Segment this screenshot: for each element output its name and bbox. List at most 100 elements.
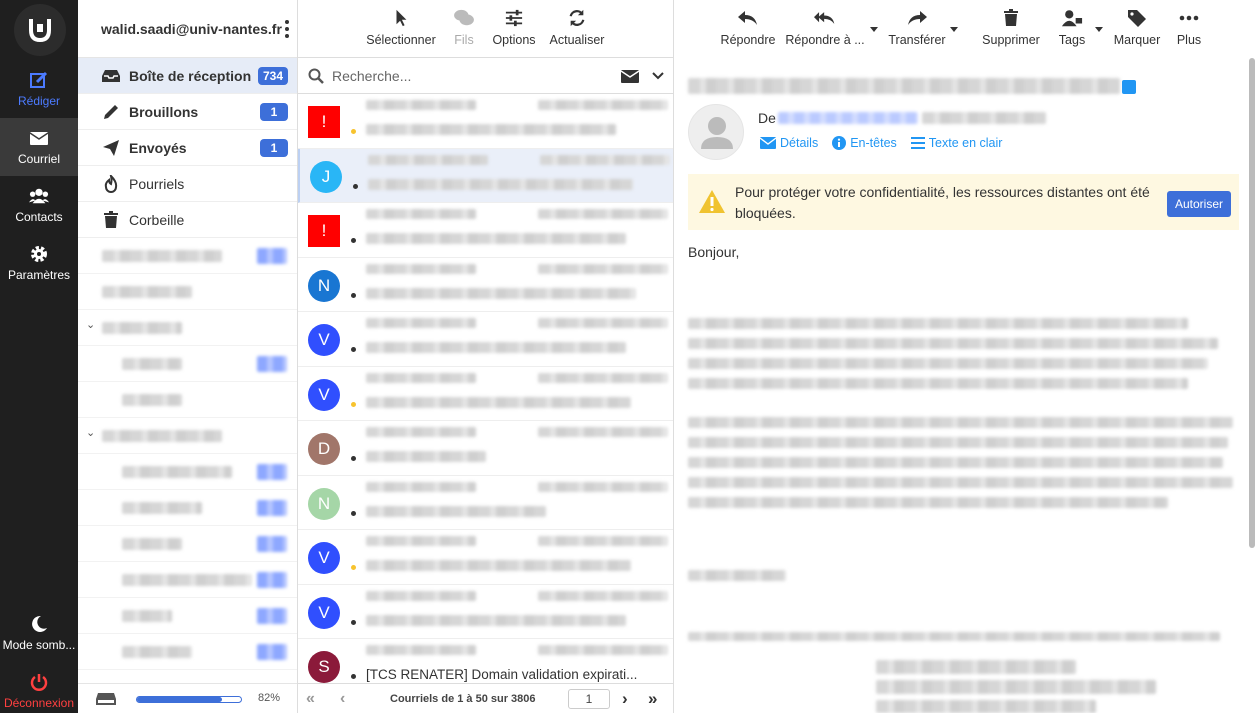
reader-scrollbar[interactable] <box>1249 58 1255 548</box>
search-scope-envelope-icon[interactable] <box>621 70 639 83</box>
status-dot-icon <box>351 347 356 352</box>
sender-initial-avatar: N <box>308 269 340 302</box>
folder-inbox[interactable]: Boîte de réception 734 <box>78 58 297 94</box>
reply-all-dropdown-icon[interactable] <box>870 27 878 32</box>
subject-blurred <box>366 124 616 135</box>
folder-sent[interactable]: Envoyés 1 <box>78 130 297 166</box>
sender-blurred <box>366 372 476 383</box>
chevron-down-icon[interactable] <box>652 72 664 80</box>
mark-button[interactable]: Marquer <box>1110 0 1164 58</box>
folder-row-blurred[interactable]: ⌄ <box>78 418 297 454</box>
message-row[interactable]: V <box>298 585 673 639</box>
settings-button[interactable]: Paramètres <box>0 234 78 292</box>
tags-dropdown-icon[interactable] <box>1095 27 1103 32</box>
unread-badge: 1 <box>260 103 288 121</box>
folder-row-blurred[interactable] <box>78 526 297 562</box>
next-page-icon[interactable]: › <box>622 689 628 709</box>
forward-button[interactable]: Transférer <box>884 0 950 58</box>
compose-icon <box>30 71 48 88</box>
reply-button[interactable]: Répondre <box>718 0 778 58</box>
cursor-icon <box>396 9 407 27</box>
headers-link[interactable]: En-têtes <box>832 136 897 150</box>
sender-blurred <box>366 318 476 328</box>
reply-all-button[interactable]: Répondre à ... <box>784 0 866 58</box>
power-icon <box>30 674 48 691</box>
sender-initial-avatar: J <box>310 160 342 193</box>
message-row[interactable]: J <box>298 148 673 203</box>
threads-button[interactable]: Fils <box>448 0 480 58</box>
logout-button[interactable]: Déconnexion <box>0 662 78 713</box>
date-blurred <box>538 100 668 110</box>
status-dot-icon <box>351 401 356 407</box>
subject-blurred <box>366 342 626 353</box>
allow-remote-button[interactable]: Autoriser <box>1166 191 1231 217</box>
search-input[interactable] <box>332 67 602 84</box>
forward-dropdown-icon[interactable] <box>950 27 958 32</box>
status-dot-icon <box>351 674 356 679</box>
message-row[interactable]: D <box>298 421 673 476</box>
message-row[interactable]: V <box>298 530 673 585</box>
message-row[interactable]: ! <box>298 94 673 149</box>
from-address-blurred[interactable] <box>778 112 918 124</box>
search-icon <box>308 68 324 84</box>
message-row[interactable]: V <box>298 312 673 367</box>
folder-row-blurred[interactable] <box>78 382 297 418</box>
mail-button[interactable]: Courriel <box>0 118 78 176</box>
delete-button[interactable]: Supprimer <box>978 0 1044 58</box>
subject-blurred <box>366 287 636 299</box>
folder-row-blurred[interactable] <box>78 598 297 634</box>
message-row[interactable]: V <box>298 367 673 421</box>
message-list-panel: Sélectionner Fils Options Actualiser Rec… <box>298 0 674 713</box>
folder-row-blurred[interactable] <box>78 562 297 598</box>
contacts-button[interactable]: Contacts <box>0 176 78 234</box>
details-link[interactable]: Détails <box>760 136 818 150</box>
last-page-icon[interactable]: » <box>648 689 657 709</box>
sender-initial-avatar: N <box>308 487 340 520</box>
open-external-icon[interactable] <box>1122 80 1136 94</box>
folder-drafts[interactable]: Brouillons 1 <box>78 94 297 130</box>
quota-footer: 82% <box>78 683 297 713</box>
kebab-menu-icon[interactable] <box>285 20 289 38</box>
chevron-down-icon[interactable]: ⌄ <box>86 318 95 331</box>
sender-blurred <box>366 263 476 274</box>
tags-label: Tags <box>1058 33 1086 47</box>
folder-trash[interactable]: Corbeille <box>78 202 297 238</box>
dark-mode-button[interactable]: Mode somb... <box>0 604 78 662</box>
header-links: Détails En-têtes Texte en clair <box>760 136 1002 150</box>
folder-row-blurred[interactable] <box>78 634 297 670</box>
account-email: walid.saadi@univ-nantes.fr <box>101 20 282 37</box>
plain-text-link[interactable]: Texte en clair <box>910 136 1002 150</box>
folder-row-blurred[interactable] <box>78 274 297 310</box>
sliders-icon <box>505 9 523 27</box>
from-name-blurred <box>922 112 1046 124</box>
date-blurred <box>540 154 670 165</box>
prev-page-icon[interactable]: ‹ <box>340 690 345 708</box>
status-dot-icon <box>351 292 356 298</box>
folder-row-blurred[interactable] <box>78 346 297 382</box>
first-page-icon[interactable]: « <box>306 690 315 708</box>
refresh-button[interactable]: Actualiser <box>546 0 608 58</box>
tags-button[interactable]: Tags <box>1052 0 1092 58</box>
compose-button[interactable]: Rédiger <box>0 60 78 118</box>
app-logo[interactable] <box>14 4 66 56</box>
subject-blurred <box>688 78 1120 94</box>
folder-row-blurred[interactable] <box>78 454 297 490</box>
message-row[interactable]: N <box>298 476 673 530</box>
options-button[interactable]: Options <box>490 0 538 58</box>
chevron-down-icon[interactable]: ⌄ <box>86 426 95 439</box>
subject-blurred <box>368 178 633 190</box>
folder-row-blurred[interactable] <box>78 490 297 526</box>
status-dot-icon <box>351 456 356 461</box>
message-row[interactable]: N <box>298 258 673 312</box>
warning-text: Pour protéger votre confidentialité, les… <box>735 184 1150 221</box>
folder-row-blurred[interactable]: ⌄ <box>78 310 297 346</box>
page-number-input[interactable]: 1 <box>568 689 610 709</box>
folder-row-blurred[interactable] <box>78 238 297 274</box>
more-button[interactable]: Plus <box>1172 0 1206 58</box>
folder-spam[interactable]: Pourriels <box>78 166 297 202</box>
threads-label: Fils <box>454 33 474 47</box>
webmail-app: Rédiger Courriel Contacts Paramètres Mod… <box>0 0 1255 713</box>
select-button[interactable]: Sélectionner <box>364 0 438 58</box>
message-row[interactable]: ! <box>298 203 673 258</box>
sender-avatar <box>688 104 744 160</box>
